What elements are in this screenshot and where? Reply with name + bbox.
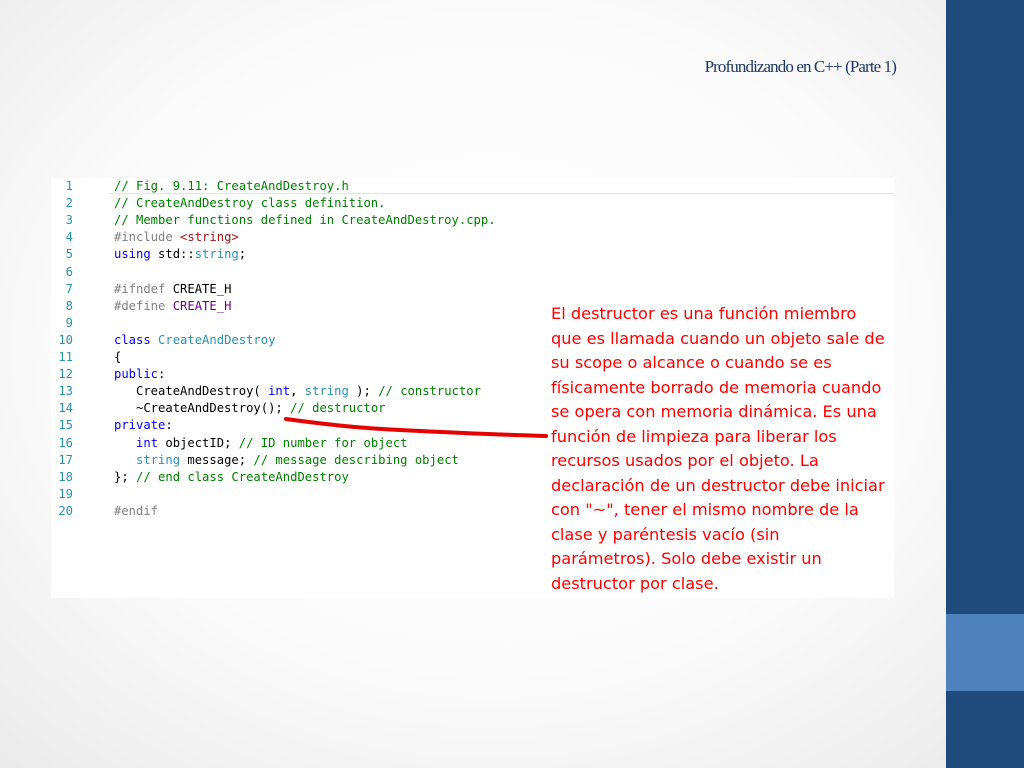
code-token: // message describing object bbox=[253, 452, 459, 467]
code-text: #endif bbox=[114, 503, 158, 520]
code-token: ; bbox=[238, 247, 247, 262]
code-text: // Member functions defined in CreateAnd… bbox=[114, 212, 496, 229]
line-number: 9 bbox=[65, 315, 73, 330]
code-text: string message; // message describing ob… bbox=[114, 452, 459, 469]
explanation-line: parámetros). Solo debe existir un bbox=[551, 549, 822, 568]
code-token: class bbox=[114, 332, 151, 347]
code-text: ~CreateAndDestroy(); // destructor bbox=[114, 400, 386, 417]
code-token: // ID number for object bbox=[238, 435, 408, 450]
code-token: { bbox=[114, 350, 122, 364]
line-number: 16 bbox=[58, 435, 73, 450]
code-token: string bbox=[304, 384, 349, 399]
code-token: : bbox=[158, 367, 166, 382]
code-token: // Fig. 9.11: CreateAndDestroy.h bbox=[114, 179, 349, 193]
line-number: 7 bbox=[65, 281, 73, 296]
explanation-line: recursos usados por el objeto. La bbox=[551, 451, 819, 470]
line-number: 12 bbox=[58, 367, 73, 382]
line-number: 4 bbox=[65, 230, 73, 245]
code-text: using std::string; bbox=[114, 246, 246, 263]
line-number: 8 bbox=[65, 298, 73, 313]
explanation-line: con "~", tener el mismo nombre de la bbox=[551, 500, 859, 519]
code-token: CREATE_H bbox=[172, 298, 232, 313]
code-token: CREATE_H bbox=[172, 281, 232, 296]
explanation-line: su scope o alcance o cuando se es bbox=[551, 353, 832, 372]
code-token: objectID; bbox=[158, 435, 239, 450]
explanation-line: clase y paréntesis vacío (sin bbox=[551, 524, 780, 544]
code-token: string bbox=[136, 452, 181, 467]
code-token: string bbox=[194, 247, 239, 262]
code-token: , bbox=[290, 384, 305, 399]
code-token: int bbox=[268, 384, 291, 399]
line-number: 5 bbox=[65, 247, 73, 262]
destructor-explanation: El destructor es una función miembro que … bbox=[551, 302, 896, 596]
explanation-line: declaración de un destructor debe inicia… bbox=[551, 475, 885, 495]
line-number: 1 bbox=[65, 179, 73, 193]
code-token: ~CreateAndDestroy(); bbox=[114, 401, 291, 416]
line-number: 13 bbox=[58, 384, 73, 399]
code-text: #ifndef CREATE_H bbox=[114, 281, 231, 298]
sidebar-accent-block bbox=[946, 614, 1024, 691]
explanation-line: que es llamada cuando un objeto sale de bbox=[551, 328, 885, 348]
line-number: 10 bbox=[58, 332, 73, 347]
code-token: : bbox=[165, 418, 173, 433]
code-text: class CreateAndDestroy bbox=[114, 332, 275, 349]
code-token: #ifndef bbox=[114, 281, 173, 296]
line-number: 6 bbox=[65, 264, 73, 279]
code-token: ); bbox=[348, 384, 379, 399]
line-number: 14 bbox=[58, 401, 73, 416]
line-number: 19 bbox=[58, 486, 73, 501]
code-token: // CreateAndDestroy class definition. bbox=[114, 196, 386, 211]
code-token: public bbox=[114, 367, 159, 382]
code-token: #include bbox=[114, 230, 181, 245]
code-token: // constructor bbox=[378, 384, 481, 399]
code-token: <string> bbox=[180, 230, 239, 245]
code-token: private bbox=[114, 418, 166, 433]
explanation-line: función de limpieza para liberar los bbox=[551, 426, 837, 446]
code-token: int bbox=[136, 435, 159, 450]
line-number: 2 bbox=[65, 196, 73, 211]
slide-title: Profundizando en C++ (Parte 1) bbox=[704, 57, 897, 76]
code-token: using bbox=[114, 247, 151, 262]
code-token: CreateAndDestroy( bbox=[114, 384, 269, 399]
code-token: // end class CreateAndDestroy bbox=[136, 469, 349, 484]
code-token: }; bbox=[114, 469, 137, 484]
code-text: // CreateAndDestroy class definition. bbox=[114, 195, 386, 212]
line-number: 18 bbox=[58, 469, 73, 484]
explanation-line: se opera con memoria dinámica. Es una bbox=[551, 402, 877, 421]
code-text: // Fig. 9.11: CreateAndDestroy.h bbox=[114, 178, 349, 195]
code-text: CreateAndDestroy( int, string ); // cons… bbox=[114, 383, 481, 400]
code-token: std:: bbox=[150, 247, 195, 262]
code-text: }; // end class CreateAndDestroy bbox=[114, 469, 349, 486]
line-number: 20 bbox=[58, 503, 73, 518]
code-text: int objectID; // ID number for object bbox=[114, 435, 408, 452]
line-number: 15 bbox=[58, 418, 73, 433]
explanation-line: El destructor es una función miembro bbox=[551, 304, 857, 323]
code-token: #endif bbox=[114, 503, 159, 518]
explanation-line: destructor por clase. bbox=[551, 573, 719, 593]
code-token: #define bbox=[114, 298, 173, 313]
line-number: 11 bbox=[58, 350, 73, 364]
code-text: #define CREATE_H bbox=[114, 298, 231, 315]
code-text: { bbox=[114, 349, 121, 366]
code-token: // destructor bbox=[290, 401, 386, 416]
code-text: public: bbox=[114, 366, 165, 383]
line-number: 17 bbox=[58, 452, 73, 467]
code-token: message; bbox=[180, 452, 254, 467]
code-text: private: bbox=[114, 417, 173, 434]
code-text: #include <string> bbox=[114, 229, 239, 246]
explanation-line: físicamente borrado de memoria cuando bbox=[551, 377, 882, 397]
line-number: 3 bbox=[65, 213, 73, 228]
code-token: // Member functions defined in CreateAnd… bbox=[114, 213, 496, 228]
code-token: CreateAndDestroy bbox=[158, 332, 276, 347]
